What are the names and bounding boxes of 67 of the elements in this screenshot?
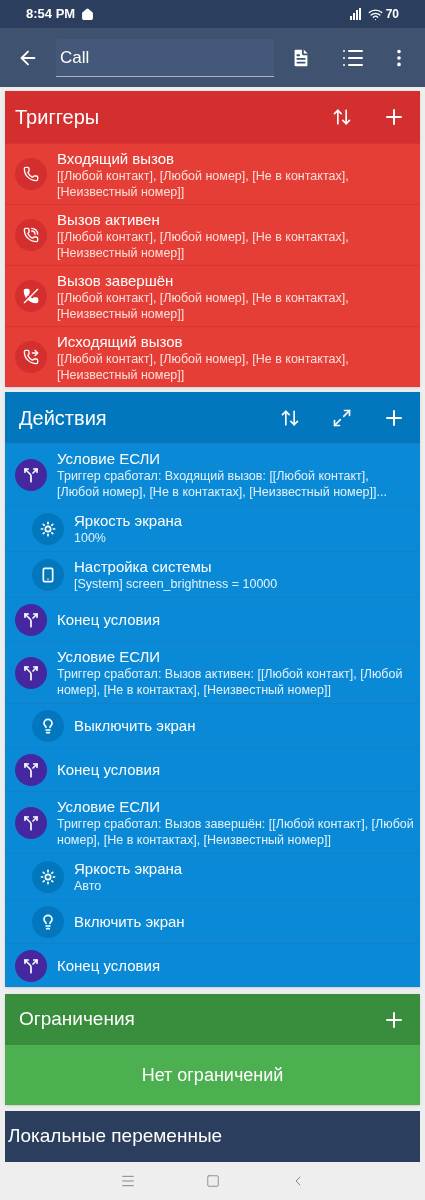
action-detail: Авто [74,878,103,895]
wifi-icon [367,6,383,22]
action-item[interactable]: Условие ЕСЛИ Триггер сработал: Вызов завершён: [[Любой контакт], [Любой номер], [Не в контактах], [Неизвестный номер]] [5,791,420,854]
home-icon [81,7,95,21]
battery-level: 70 [385,6,399,24]
action-item[interactable]: Настройка системы [System] screen_brightness = 10000 [5,551,420,598]
section-title: Локальные переменные [8,1124,223,1149]
action-item[interactable]: Условие ЕСЛИ Триггер сработал: Вызов активен: [[Любой контакт], [Любой номер], [Не в контактах], [Неизвестный номер]] [5,641,420,704]
branch-icon [15,949,47,982]
phone-icon [32,558,64,591]
trigger-item[interactable]: Входящий вызов [[Любой контакт], [Любой номер], [Не в контактах], [Неизвестный номер]] [5,143,420,205]
status-time: 8:54 PM [26,5,76,24]
trigger-title: Входящий вызов [57,148,176,168]
action-item[interactable]: Выключить экран [5,703,420,748]
branch-icon [15,753,47,786]
action-detail: 100% [74,530,107,547]
action-detail: Триггер сработал: Вызов завершён: [[Любой контакт], [Любой номер], [Не в контактах], [Неизвестный номер]] [57,816,414,849]
trigger-item[interactable]: Вызов завершён [[Любой контакт], [Любой номер], [Не в контактах], [Неизвестный номер]] [5,265,420,327]
action-title: Конец условия [57,956,161,976]
trigger-detail: [[Любой контакт], [Любой номер], [Не в контактах], [Неизвестный номер]] [57,289,350,322]
brightness-icon [32,512,64,545]
action-detail: Триггер сработал: Входящий вызов: [[Любой контакт], [Любой номер], [Не в контактах], [Неизвестный номер]]... [57,468,388,501]
action-item[interactable]: Яркость экрана 100% [5,505,420,552]
branch-icon [15,458,47,491]
action-item[interactable]: Яркость экрана Авто [5,853,420,900]
lightbulb-icon [32,709,64,742]
action-title: Конец условия [57,760,161,780]
branch-icon [15,806,47,839]
action-item[interactable]: Конец условия [5,597,420,642]
branch-icon [15,603,47,636]
macro-name-field[interactable]: Call [56,38,274,77]
action-title: Яркость экрана [74,511,183,531]
action-item[interactable]: Включить экран [5,899,420,944]
action-item[interactable]: Конец условия [5,943,420,988]
local-variables-header[interactable]: Локальные переменные [5,1111,420,1163]
phone-forward-icon [15,341,47,374]
hang-up-icon [15,280,47,313]
action-title: Конец условия [57,610,161,630]
action-title: Включить экран [74,912,185,932]
trigger-title: Вызов завершён [57,270,175,290]
action-title: Условие ЕСЛИ [57,647,162,667]
section-title: Действия [19,405,108,431]
action-title: Настройка системы [74,557,213,577]
section-title: Триггеры [15,105,101,131]
expand-icon[interactable] [332,407,352,428]
trigger-title: Вызов активен [57,209,161,229]
action-title: Выключить экран [74,716,196,736]
action-item[interactable]: Условие ЕСЛИ Триггер сработал: Входящий вызов: [[Любой контакт], [Любой номер], [Не в контактах], [Неизвестный номер]]... [5,443,420,506]
branch-icon [15,656,47,689]
trigger-item[interactable]: Исходящий вызов [[Любой контакт], [Любой номер], [Не в контактах], [Неизвестный номер]] [5,326,420,388]
action-title: Яркость экрана [74,859,183,879]
action-detail: [System] screen_brightness = 10000 [74,576,278,593]
phone-call-icon [15,219,47,252]
trigger-detail: [[Любой контакт], [Любой номер], [Не в контактах], [Неизвестный номер]] [57,350,350,383]
action-title: Условие ЕСЛИ [57,449,162,469]
trigger-title: Исходящий вызов [57,331,184,351]
action-title: Условие ЕСЛИ [57,797,162,817]
action-detail: Триггер сработал: Вызов активен: [[Любой контакт], [Любой номер], [Не в контактах], [Неизвестный номер]] [57,666,404,699]
empty-message: Нет ограничений [141,1063,284,1087]
trigger-detail: [[Любой контакт], [Любой номер], [Не в контактах], [Неизвестный номер]] [57,167,350,200]
trigger-item[interactable]: Вызов активен [[Любой контакт], [Любой номер], [Не в контактах], [Неизвестный номер]] [5,204,420,266]
trigger-detail: [[Любой контакт], [Любой номер], [Не в контактах], [Неизвестный номер]] [57,228,350,261]
phone-icon [15,158,47,191]
lightbulb-icon [32,905,64,938]
section-title: Ограничения [19,1007,136,1032]
brightness-icon [32,860,64,893]
action-item[interactable]: Конец условия [5,747,420,792]
